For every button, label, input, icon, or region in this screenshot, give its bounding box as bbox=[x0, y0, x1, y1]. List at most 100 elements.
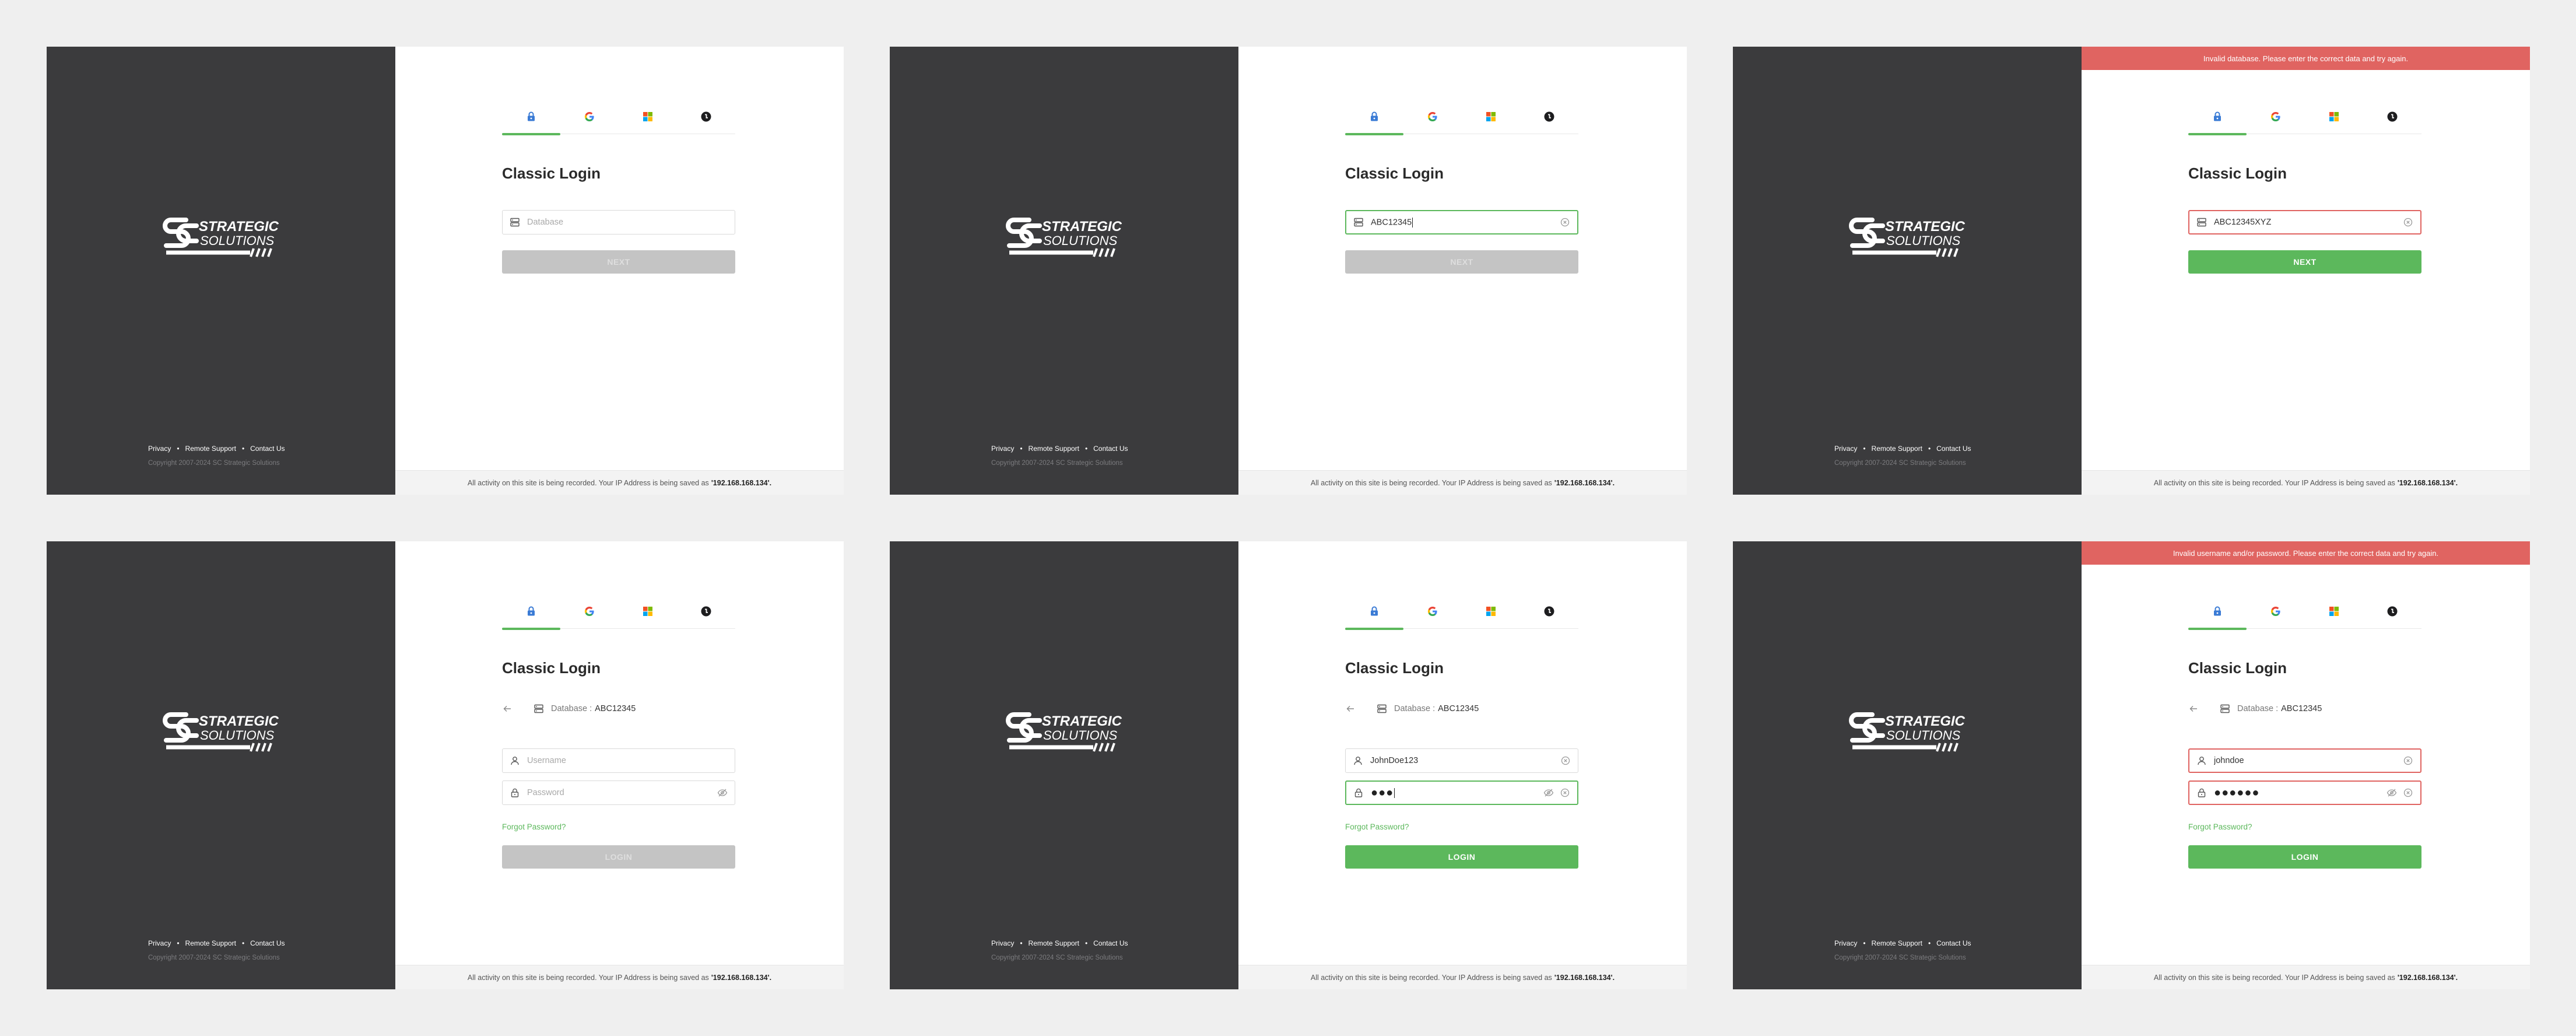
tab-classic[interactable] bbox=[2188, 110, 2247, 135]
microsoft-icon bbox=[2328, 111, 2340, 123]
activity-notice: All activity on this site is being recor… bbox=[1238, 470, 1687, 495]
login-button[interactable]: LOGIN bbox=[2188, 845, 2421, 869]
database-input[interactable]: ABC12345XYZ bbox=[2188, 210, 2421, 235]
company-logo: STRATEGIC SOLUTIONS bbox=[1849, 218, 1966, 257]
database-label: Database : bbox=[1394, 704, 1436, 713]
tab-classic[interactable] bbox=[2188, 604, 2247, 630]
next-button[interactable]: NEXT bbox=[1345, 250, 1578, 274]
database-label: Database : bbox=[2237, 704, 2279, 713]
login-method-tabs bbox=[502, 604, 735, 630]
tab-other[interactable] bbox=[677, 604, 735, 629]
activity-notice: All activity on this site is being recor… bbox=[2082, 965, 2530, 989]
login-screen-2: STRATEGIC SOLUTIONS Privacy • Remote Sup… bbox=[890, 47, 1687, 495]
dark-circle-icon bbox=[1543, 111, 1555, 123]
username-input[interactable]: Username bbox=[502, 748, 735, 773]
database-value: ABC12345 bbox=[1371, 217, 1412, 227]
remote-support-link[interactable]: Remote Support bbox=[1029, 939, 1079, 947]
next-button[interactable]: NEXT bbox=[502, 250, 735, 274]
tab-classic[interactable] bbox=[502, 110, 560, 135]
privacy-link[interactable]: Privacy bbox=[1834, 444, 1857, 453]
copyright: Copyright 2007-2024 SC Strategic Solutio… bbox=[1834, 954, 1966, 961]
privacy-link[interactable]: Privacy bbox=[148, 444, 171, 453]
lock-icon bbox=[2212, 111, 2223, 123]
forgot-password-link[interactable]: Forgot Password? bbox=[502, 822, 566, 831]
clear-icon[interactable] bbox=[2403, 755, 2413, 766]
remote-support-link[interactable]: Remote Support bbox=[185, 939, 236, 947]
back-arrow-icon[interactable] bbox=[1345, 704, 1356, 714]
activity-notice: All activity on this site is being recor… bbox=[2082, 470, 2530, 495]
eye-slash-icon[interactable] bbox=[1543, 788, 1554, 798]
tab-other[interactable] bbox=[2363, 110, 2421, 134]
company-logo: STRATEGIC SOLUTIONS bbox=[1849, 712, 1966, 752]
clear-icon[interactable] bbox=[2403, 788, 2413, 798]
login-method-tabs bbox=[2188, 604, 2421, 630]
remote-support-link[interactable]: Remote Support bbox=[1872, 444, 1922, 453]
remote-support-link[interactable]: Remote Support bbox=[1029, 444, 1079, 453]
privacy-link[interactable]: Privacy bbox=[1834, 939, 1857, 947]
clear-icon[interactable] bbox=[1560, 788, 1570, 798]
notice-ip: '192.168.168.134'. bbox=[1554, 973, 1615, 982]
tab-google[interactable] bbox=[2247, 604, 2305, 629]
tab-classic[interactable] bbox=[502, 604, 560, 630]
clear-icon[interactable] bbox=[1560, 217, 1570, 228]
tab-classic[interactable] bbox=[1345, 604, 1403, 630]
password-input[interactable]: ●●● bbox=[1345, 780, 1578, 805]
remote-support-link[interactable]: Remote Support bbox=[1872, 939, 1922, 947]
tab-other[interactable] bbox=[1520, 110, 1578, 134]
next-button[interactable]: NEXT bbox=[2188, 250, 2421, 274]
privacy-link[interactable]: Privacy bbox=[148, 939, 171, 947]
contact-us-link[interactable]: Contact Us bbox=[1093, 939, 1128, 947]
tab-microsoft[interactable] bbox=[1462, 110, 1520, 134]
username-input[interactable]: JohnDoe123 bbox=[1345, 748, 1578, 773]
forgot-password-link[interactable]: Forgot Password? bbox=[1345, 822, 1409, 831]
tab-microsoft[interactable] bbox=[619, 110, 677, 134]
brand-panel: STRATEGIC SOLUTIONS Privacy • Remote Sup… bbox=[890, 541, 1238, 989]
password-input[interactable]: Password bbox=[502, 780, 735, 805]
separator: • bbox=[177, 444, 180, 453]
tab-other[interactable] bbox=[2363, 604, 2421, 629]
tab-microsoft[interactable] bbox=[2305, 110, 2363, 134]
clear-icon[interactable] bbox=[1560, 755, 1571, 766]
forgot-password-link[interactable]: Forgot Password? bbox=[2188, 822, 2252, 831]
tab-google[interactable] bbox=[2247, 110, 2305, 134]
contact-us-link[interactable]: Contact Us bbox=[1936, 444, 1971, 453]
database-input[interactable]: ABC12345 bbox=[1345, 210, 1578, 235]
login-screen-4: STRATEGIC SOLUTIONS Privacy • Remote Sup… bbox=[47, 541, 844, 989]
login-panel: Classic Login Database : ABC12345 Usernam… bbox=[395, 541, 844, 989]
tab-other[interactable] bbox=[677, 110, 735, 134]
username-input[interactable]: johndoe bbox=[2188, 748, 2421, 773]
error-banner: Invalid database. Please enter the corre… bbox=[2082, 47, 2530, 70]
contact-us-link[interactable]: Contact Us bbox=[250, 444, 285, 453]
eye-slash-icon[interactable] bbox=[717, 788, 728, 798]
tab-google[interactable] bbox=[1403, 604, 1462, 629]
tab-microsoft[interactable] bbox=[2305, 604, 2363, 629]
brand-line2: SOLUTIONS bbox=[1886, 728, 1960, 743]
company-logo: STRATEGIC SOLUTIONS bbox=[1006, 712, 1122, 752]
tab-classic[interactable] bbox=[1345, 110, 1403, 135]
tab-google[interactable] bbox=[560, 604, 619, 629]
clear-icon[interactable] bbox=[2403, 217, 2413, 228]
notice-ip: '192.168.168.134'. bbox=[2397, 973, 2458, 982]
login-button[interactable]: LOGIN bbox=[1345, 845, 1578, 869]
tab-microsoft[interactable] bbox=[1462, 604, 1520, 629]
contact-us-link[interactable]: Contact Us bbox=[250, 939, 285, 947]
tab-other[interactable] bbox=[1520, 604, 1578, 629]
tab-google[interactable] bbox=[560, 110, 619, 134]
database-input[interactable]: Database bbox=[502, 210, 735, 235]
password-input[interactable]: ●●●●●● bbox=[2188, 780, 2421, 805]
back-arrow-icon[interactable] bbox=[2188, 704, 2199, 714]
separator: • bbox=[241, 939, 245, 947]
privacy-link[interactable]: Privacy bbox=[991, 444, 1014, 453]
notice-text: All activity on this site is being recor… bbox=[2153, 478, 2395, 487]
remote-support-link[interactable]: Remote Support bbox=[185, 444, 236, 453]
separator: • bbox=[1928, 939, 1931, 947]
contact-us-link[interactable]: Contact Us bbox=[1093, 444, 1128, 453]
tab-microsoft[interactable] bbox=[619, 604, 677, 629]
tab-google[interactable] bbox=[1403, 110, 1462, 134]
privacy-link[interactable]: Privacy bbox=[991, 939, 1014, 947]
database-summary: Database : ABC12345 bbox=[502, 704, 636, 714]
back-arrow-icon[interactable] bbox=[502, 704, 513, 714]
eye-slash-icon[interactable] bbox=[2387, 788, 2397, 798]
login-button[interactable]: LOGIN bbox=[502, 845, 735, 869]
contact-us-link[interactable]: Contact Us bbox=[1936, 939, 1971, 947]
